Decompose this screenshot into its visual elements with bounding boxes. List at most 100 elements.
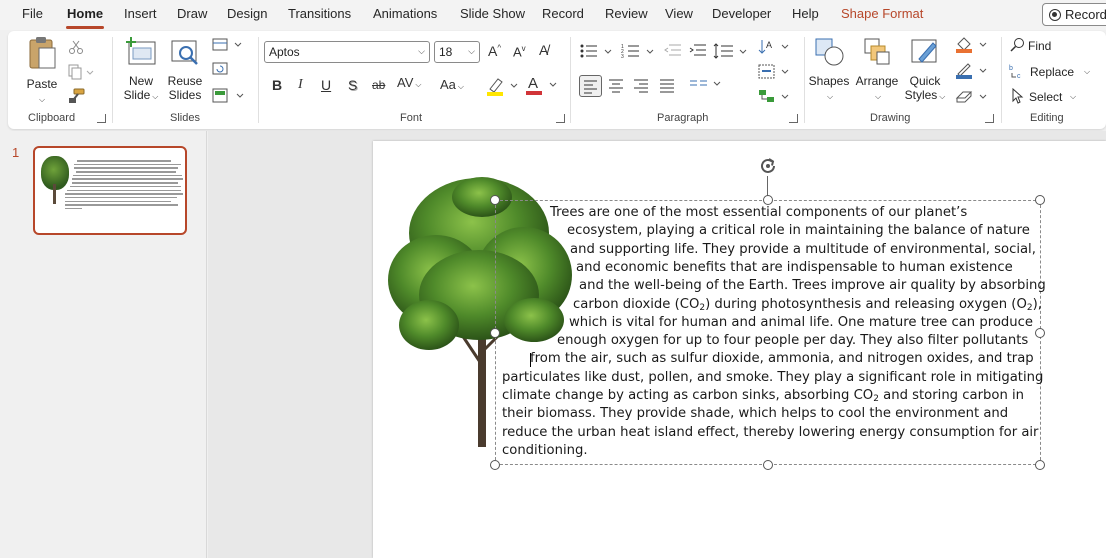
text-shadow-icon[interactable]: S	[348, 77, 357, 93]
bullets-icon[interactable]	[579, 43, 615, 59]
align-center-icon[interactable]	[607, 77, 625, 95]
text-line[interactable]: enough oxygen for up to four people per …	[557, 332, 1028, 350]
text-line[interactable]: conditioning.	[502, 442, 588, 460]
record-button[interactable]: Record	[1042, 3, 1106, 26]
resize-handle-bottom-right[interactable]	[1035, 460, 1045, 470]
text-line[interactable]: from the air, such as sulfur dioxide, am…	[530, 350, 1034, 368]
shapes-button[interactable]: Shapes ⌵	[808, 37, 850, 102]
quick-styles-button[interactable]: Quick Styles ⌵	[902, 37, 948, 102]
increase-indent-icon[interactable]	[688, 43, 708, 59]
strikethrough-icon[interactable]: ab	[372, 78, 385, 92]
select-dropdown-icon[interactable]: ⌵	[1070, 92, 1076, 102]
replace-button[interactable]: Replace	[1030, 65, 1074, 79]
select-button[interactable]: Select	[1029, 90, 1062, 104]
menu-record[interactable]: Record	[542, 6, 584, 21]
svg-text:b: b	[1009, 65, 1013, 72]
font-launcher-icon[interactable]	[556, 114, 565, 123]
new-slide-label: New	[128, 74, 153, 88]
paste-button[interactable]: Paste ⌵	[24, 36, 60, 105]
menu-review[interactable]: Review	[605, 6, 648, 21]
clipboard-launcher-icon[interactable]	[97, 114, 106, 123]
paragraph-launcher-icon[interactable]	[789, 114, 798, 123]
format-painter-icon[interactable]	[68, 88, 86, 104]
text-line[interactable]: their biomass. They provide shade, which…	[502, 405, 1008, 423]
font-family-select[interactable]: Aptos ⌵	[264, 41, 430, 63]
resize-handle-right[interactable]	[1035, 328, 1045, 338]
decrease-indent-icon[interactable]	[663, 43, 683, 59]
text-line[interactable]: ecosystem, playing a critical role in ma…	[567, 222, 1030, 240]
resize-handle-left[interactable]	[490, 328, 500, 338]
text-line[interactable]: and supporting life. They provide a mult…	[570, 241, 1036, 259]
change-case-icon[interactable]: Aa ⌵	[440, 77, 464, 92]
shape-fill-icon[interactable]	[954, 36, 988, 54]
arrange-icon	[864, 38, 890, 65]
menu-shape-format[interactable]: Shape Format	[841, 6, 923, 21]
new-slide-button[interactable]: New Slide ⌵	[118, 37, 164, 102]
align-right-icon[interactable]	[632, 77, 650, 95]
copy-icon[interactable]	[68, 64, 94, 80]
menu-animations[interactable]: Animations	[373, 6, 437, 21]
menu-insert[interactable]: Insert	[124, 6, 157, 21]
clear-formatting-icon[interactable]: A̸	[539, 42, 548, 58]
resize-handle-bottom-left[interactable]	[490, 460, 500, 470]
shape-outline-icon[interactable]	[954, 62, 988, 80]
group-separator	[112, 37, 113, 123]
menu-draw[interactable]: Draw	[177, 6, 207, 21]
menu-slideshow[interactable]: Slide Show	[460, 6, 525, 21]
character-spacing-icon[interactable]: AV ⌵	[397, 75, 421, 90]
menu-design[interactable]: Design	[227, 6, 267, 21]
resize-handle-top-right[interactable]	[1035, 195, 1045, 205]
numbering-icon[interactable]: 1 2 3	[621, 43, 657, 59]
resize-handle-bottom[interactable]	[763, 460, 773, 470]
increase-font-size-icon[interactable]: A^	[488, 43, 501, 59]
layout-icon[interactable]	[212, 38, 244, 52]
text-line[interactable]: and economic benefits that are indispens…	[576, 259, 1013, 277]
rotate-handle-icon[interactable]	[758, 156, 778, 176]
text-line[interactable]: climate change by acting as carbon sinks…	[502, 387, 1024, 405]
text-line[interactable]: carbon dioxide (CO2) during photosynthes…	[573, 296, 1042, 314]
text-run: ),	[1032, 297, 1042, 312]
underline-icon[interactable]: U	[321, 77, 331, 93]
justify-icon[interactable]	[658, 77, 676, 95]
resize-handle-top-left[interactable]	[490, 195, 500, 205]
shape-effects-icon[interactable]	[954, 88, 988, 106]
section-icon[interactable]	[212, 88, 246, 104]
align-left-button[interactable]	[579, 75, 602, 97]
text-line[interactable]: reduce the urban heat island effect, the…	[502, 424, 1038, 442]
find-button[interactable]: Find	[1028, 39, 1051, 53]
menu-developer[interactable]: Developer	[712, 6, 771, 21]
reuse-slides-button[interactable]: Reuse Slides	[166, 37, 204, 102]
menu-file[interactable]: File	[22, 6, 43, 21]
group-separator	[1001, 37, 1002, 123]
line-spacing-icon[interactable]	[713, 42, 749, 60]
smartart-icon[interactable]	[758, 88, 792, 106]
font-size-select[interactable]: 18 ⌵	[434, 41, 480, 63]
text-line[interactable]: Trees are one of the most essential comp…	[550, 204, 967, 222]
text-line[interactable]: which is vital for human and animal life…	[569, 314, 1033, 332]
new-slide-dropdown-icon[interactable]: ⌵	[152, 92, 158, 102]
quick-styles-dropdown-icon[interactable]: ⌵	[939, 92, 945, 102]
menu-view[interactable]: View	[665, 6, 693, 21]
align-text-icon[interactable]	[758, 63, 792, 81]
text-direction-icon[interactable]: A	[758, 38, 792, 56]
reset-slide-icon[interactable]	[212, 62, 230, 76]
drawing-launcher-icon[interactable]	[985, 114, 994, 123]
cut-icon[interactable]	[68, 39, 84, 55]
paste-dropdown-icon[interactable]: ⌵	[39, 95, 45, 105]
highlight-color-icon[interactable]	[485, 75, 519, 97]
arrange-dropdown-icon[interactable]: ⌵	[875, 92, 881, 102]
italic-icon[interactable]: I	[298, 77, 303, 93]
bold-icon[interactable]: B	[272, 77, 282, 93]
columns-icon[interactable]	[688, 77, 722, 93]
replace-dropdown-icon[interactable]: ⌵	[1084, 67, 1090, 77]
shapes-dropdown-icon[interactable]: ⌵	[827, 92, 833, 102]
font-color-icon[interactable]: A	[524, 74, 560, 96]
text-line[interactable]: particulates like dust, pollen, and smok…	[502, 369, 1043, 387]
text-line[interactable]: and the well-being of the Earth. Trees i…	[579, 277, 1046, 295]
menu-home[interactable]: Home	[67, 6, 103, 21]
arrange-button[interactable]: Arrange ⌵	[854, 37, 900, 102]
decrease-font-size-icon[interactable]: Av	[513, 44, 526, 59]
menu-transitions[interactable]: Transitions	[288, 6, 351, 21]
menu-help[interactable]: Help	[792, 6, 819, 21]
slide-thumbnail[interactable]	[33, 146, 187, 235]
